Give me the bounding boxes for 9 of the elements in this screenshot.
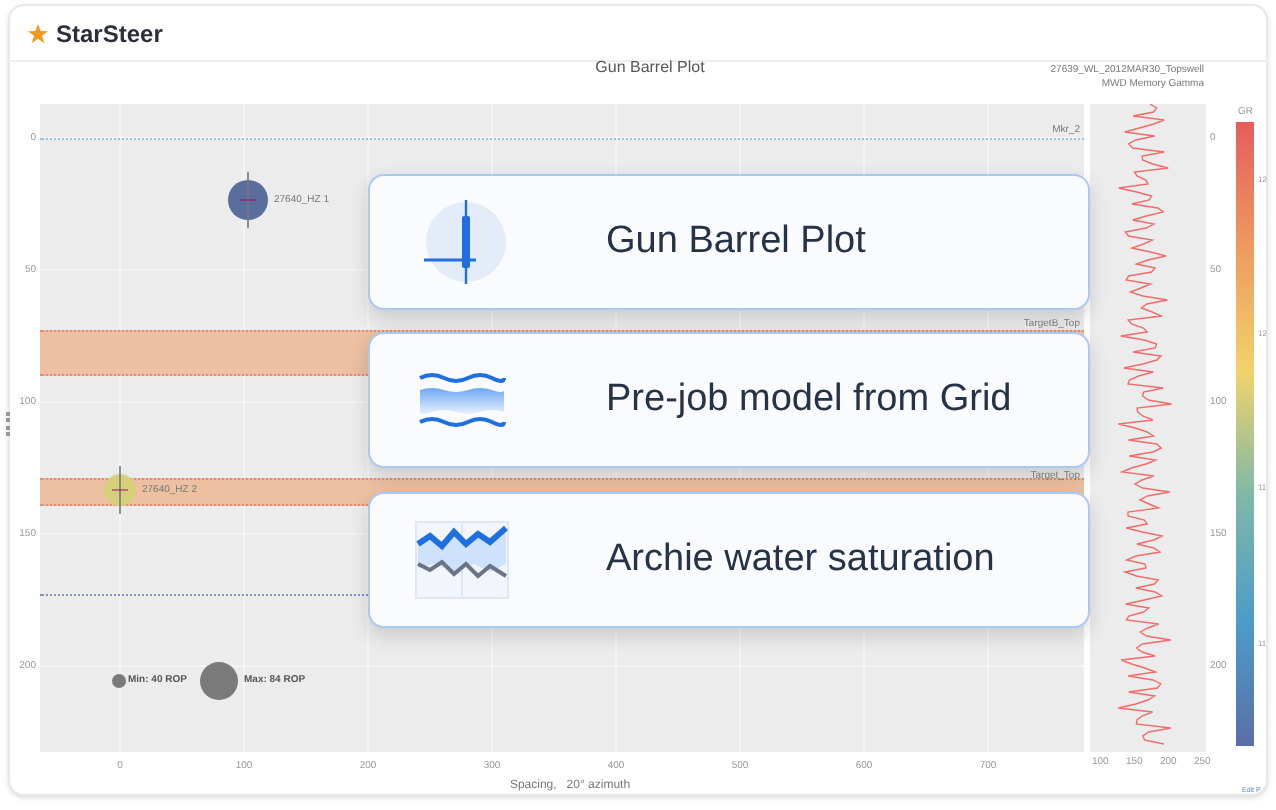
feature-title: Gun Barrel Plot: [606, 217, 866, 266]
brand-name: StarSteer: [56, 18, 163, 52]
feature-title: Archie water saturation: [606, 535, 995, 584]
star-logo-icon: [28, 24, 48, 44]
drag-handle-icon: [6, 412, 12, 436]
area-chart-icon: [414, 520, 510, 600]
plot-title: Gun Barrel Plot: [593, 56, 707, 80]
feature-title: Pre-job model from Grid: [606, 375, 1012, 424]
layered-waves-icon: [416, 370, 508, 430]
